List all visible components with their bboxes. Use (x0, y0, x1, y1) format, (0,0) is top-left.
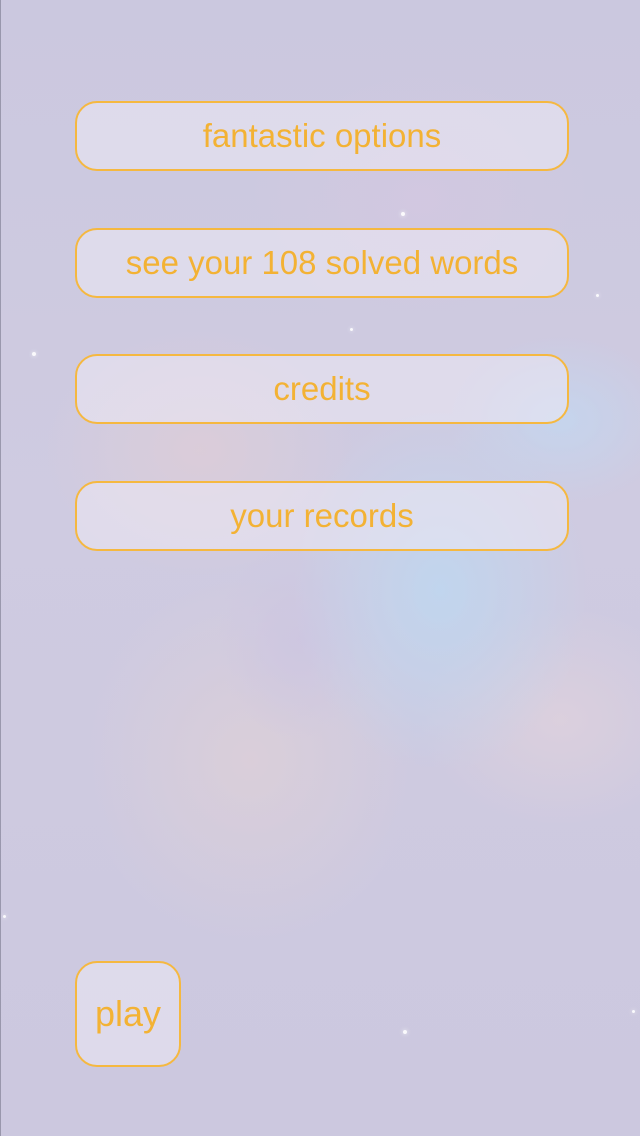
left-edge-divider (0, 0, 1, 1136)
credits-label: credits (273, 370, 371, 407)
credits-button[interactable]: credits (75, 354, 569, 424)
solved-words-label: see your 108 solved words (125, 244, 519, 281)
play-label: play (94, 993, 162, 1034)
play-button[interactable]: play (75, 961, 181, 1067)
star-decoration (3, 915, 6, 918)
star-decoration (32, 352, 36, 356)
star-decoration (350, 328, 353, 331)
star-decoration (403, 1030, 407, 1034)
your-records-button[interactable]: your records (75, 481, 569, 551)
star-decoration (632, 1010, 635, 1013)
star-decoration (596, 294, 599, 297)
your-records-label: your records (230, 497, 414, 534)
star-decoration (401, 212, 405, 216)
solved-words-button[interactable]: see your 108 solved words (75, 228, 569, 298)
fantastic-options-label: fantastic options (202, 117, 442, 154)
fantastic-options-button[interactable]: fantastic options (75, 101, 569, 171)
